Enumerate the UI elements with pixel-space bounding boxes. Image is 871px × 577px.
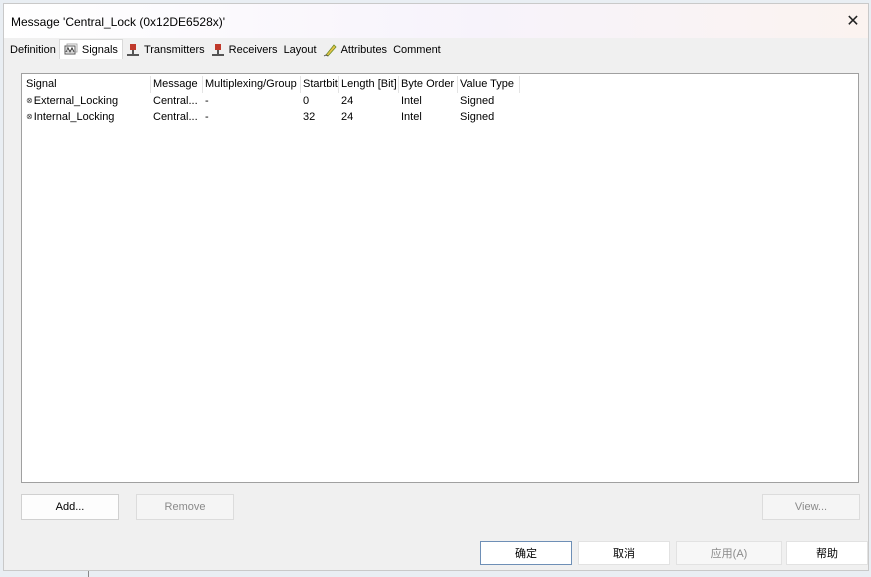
cell-message: Central... xyxy=(153,111,198,123)
column-header-message[interactable]: Message xyxy=(151,76,203,93)
tab-bar: Definition Signals Transmitters Receiver… xyxy=(7,39,444,60)
close-icon: ✕ xyxy=(846,13,860,30)
add-button[interactable]: Add... xyxy=(21,494,119,520)
tab-signals[interactable]: Signals xyxy=(58,39,123,60)
cell-startbit: 32 xyxy=(303,111,316,123)
close-button[interactable]: ✕ xyxy=(842,10,864,32)
signal-icon: ⊗ xyxy=(26,112,33,121)
remove-button[interactable]: Remove xyxy=(136,494,234,520)
tab-comment[interactable]: Comment xyxy=(390,41,444,59)
cell-value-type: Signed xyxy=(460,95,495,107)
tab-receivers[interactable]: Receivers xyxy=(208,41,281,59)
list-header: Signal Message Multiplexing/Group Startb… xyxy=(24,76,858,93)
cell-signal: ⊗Internal_Locking xyxy=(24,111,151,123)
tab-attributes[interactable]: Attributes xyxy=(320,41,390,59)
tab-label: Comment xyxy=(393,44,441,56)
column-header-multiplexing[interactable]: Multiplexing/Group xyxy=(203,76,301,93)
help-button[interactable]: 帮助 xyxy=(786,541,868,565)
cell-length: 24 xyxy=(341,95,354,107)
cell-byte-order: Intel xyxy=(401,111,422,123)
tab-label: Layout xyxy=(283,44,317,56)
tab-label: Attributes xyxy=(340,44,388,56)
column-header-length[interactable]: Length [Bit] xyxy=(339,76,399,93)
signal-icon: ⊗ xyxy=(26,96,33,105)
cell-multiplexing: - xyxy=(205,111,209,123)
cell-signal: ⊗External_Locking xyxy=(24,95,151,107)
cell-multiplexing: - xyxy=(205,95,209,107)
tab-transmitters[interactable]: Transmitters xyxy=(123,41,208,59)
cell-startbit: 0 xyxy=(303,95,310,107)
signals-panel: Signal Message Multiplexing/Group Startb… xyxy=(4,59,868,537)
transmitter-icon xyxy=(126,43,140,57)
apply-button[interactable]: 应用(A) xyxy=(676,541,782,565)
title-bar: Message 'Central_Lock (0x12DE6528x)' ✕ xyxy=(4,4,868,38)
cell-byte-order: Intel xyxy=(401,95,422,107)
table-row[interactable]: ⊗External_Locking Central... - 0 24 Inte… xyxy=(24,93,858,109)
column-header-startbit[interactable]: Startbit xyxy=(301,76,339,93)
receiver-icon xyxy=(211,43,225,57)
signal-wave-icon xyxy=(64,43,78,57)
tab-label: Signals xyxy=(81,44,118,56)
table-row[interactable]: ⊗Internal_Locking Central... - 32 24 Int… xyxy=(24,109,858,125)
signals-list[interactable]: Signal Message Multiplexing/Group Startb… xyxy=(21,73,859,483)
tab-label: Transmitters xyxy=(143,44,205,56)
ok-button[interactable]: 确定 xyxy=(480,541,572,565)
attributes-pencil-icon xyxy=(323,43,337,57)
tab-label: Receivers xyxy=(228,44,278,56)
column-header-byte-order[interactable]: Byte Order xyxy=(399,76,458,93)
view-button[interactable]: View... xyxy=(762,494,860,520)
cell-value-type: Signed xyxy=(460,111,495,123)
tab-label: Definition xyxy=(10,44,56,56)
window-title: Message 'Central_Lock (0x12DE6528x)' xyxy=(11,15,226,29)
tab-layout[interactable]: Layout xyxy=(281,41,320,59)
message-dialog: Message 'Central_Lock (0x12DE6528x)' ✕ D… xyxy=(3,3,869,571)
dialog-footer: 确定 取消 应用(A) 帮助 xyxy=(4,537,868,570)
cancel-button[interactable]: 取消 xyxy=(578,541,670,565)
tab-definition[interactable]: Definition xyxy=(7,41,59,59)
signal-name: Internal_Locking xyxy=(33,111,115,123)
cell-message: Central... xyxy=(153,95,198,107)
background-divider xyxy=(88,571,89,577)
column-header-value-type[interactable]: Value Type xyxy=(458,76,520,93)
cell-length: 24 xyxy=(341,111,354,123)
signal-name: External_Locking xyxy=(33,95,119,107)
column-header-signal[interactable]: Signal xyxy=(24,76,151,93)
